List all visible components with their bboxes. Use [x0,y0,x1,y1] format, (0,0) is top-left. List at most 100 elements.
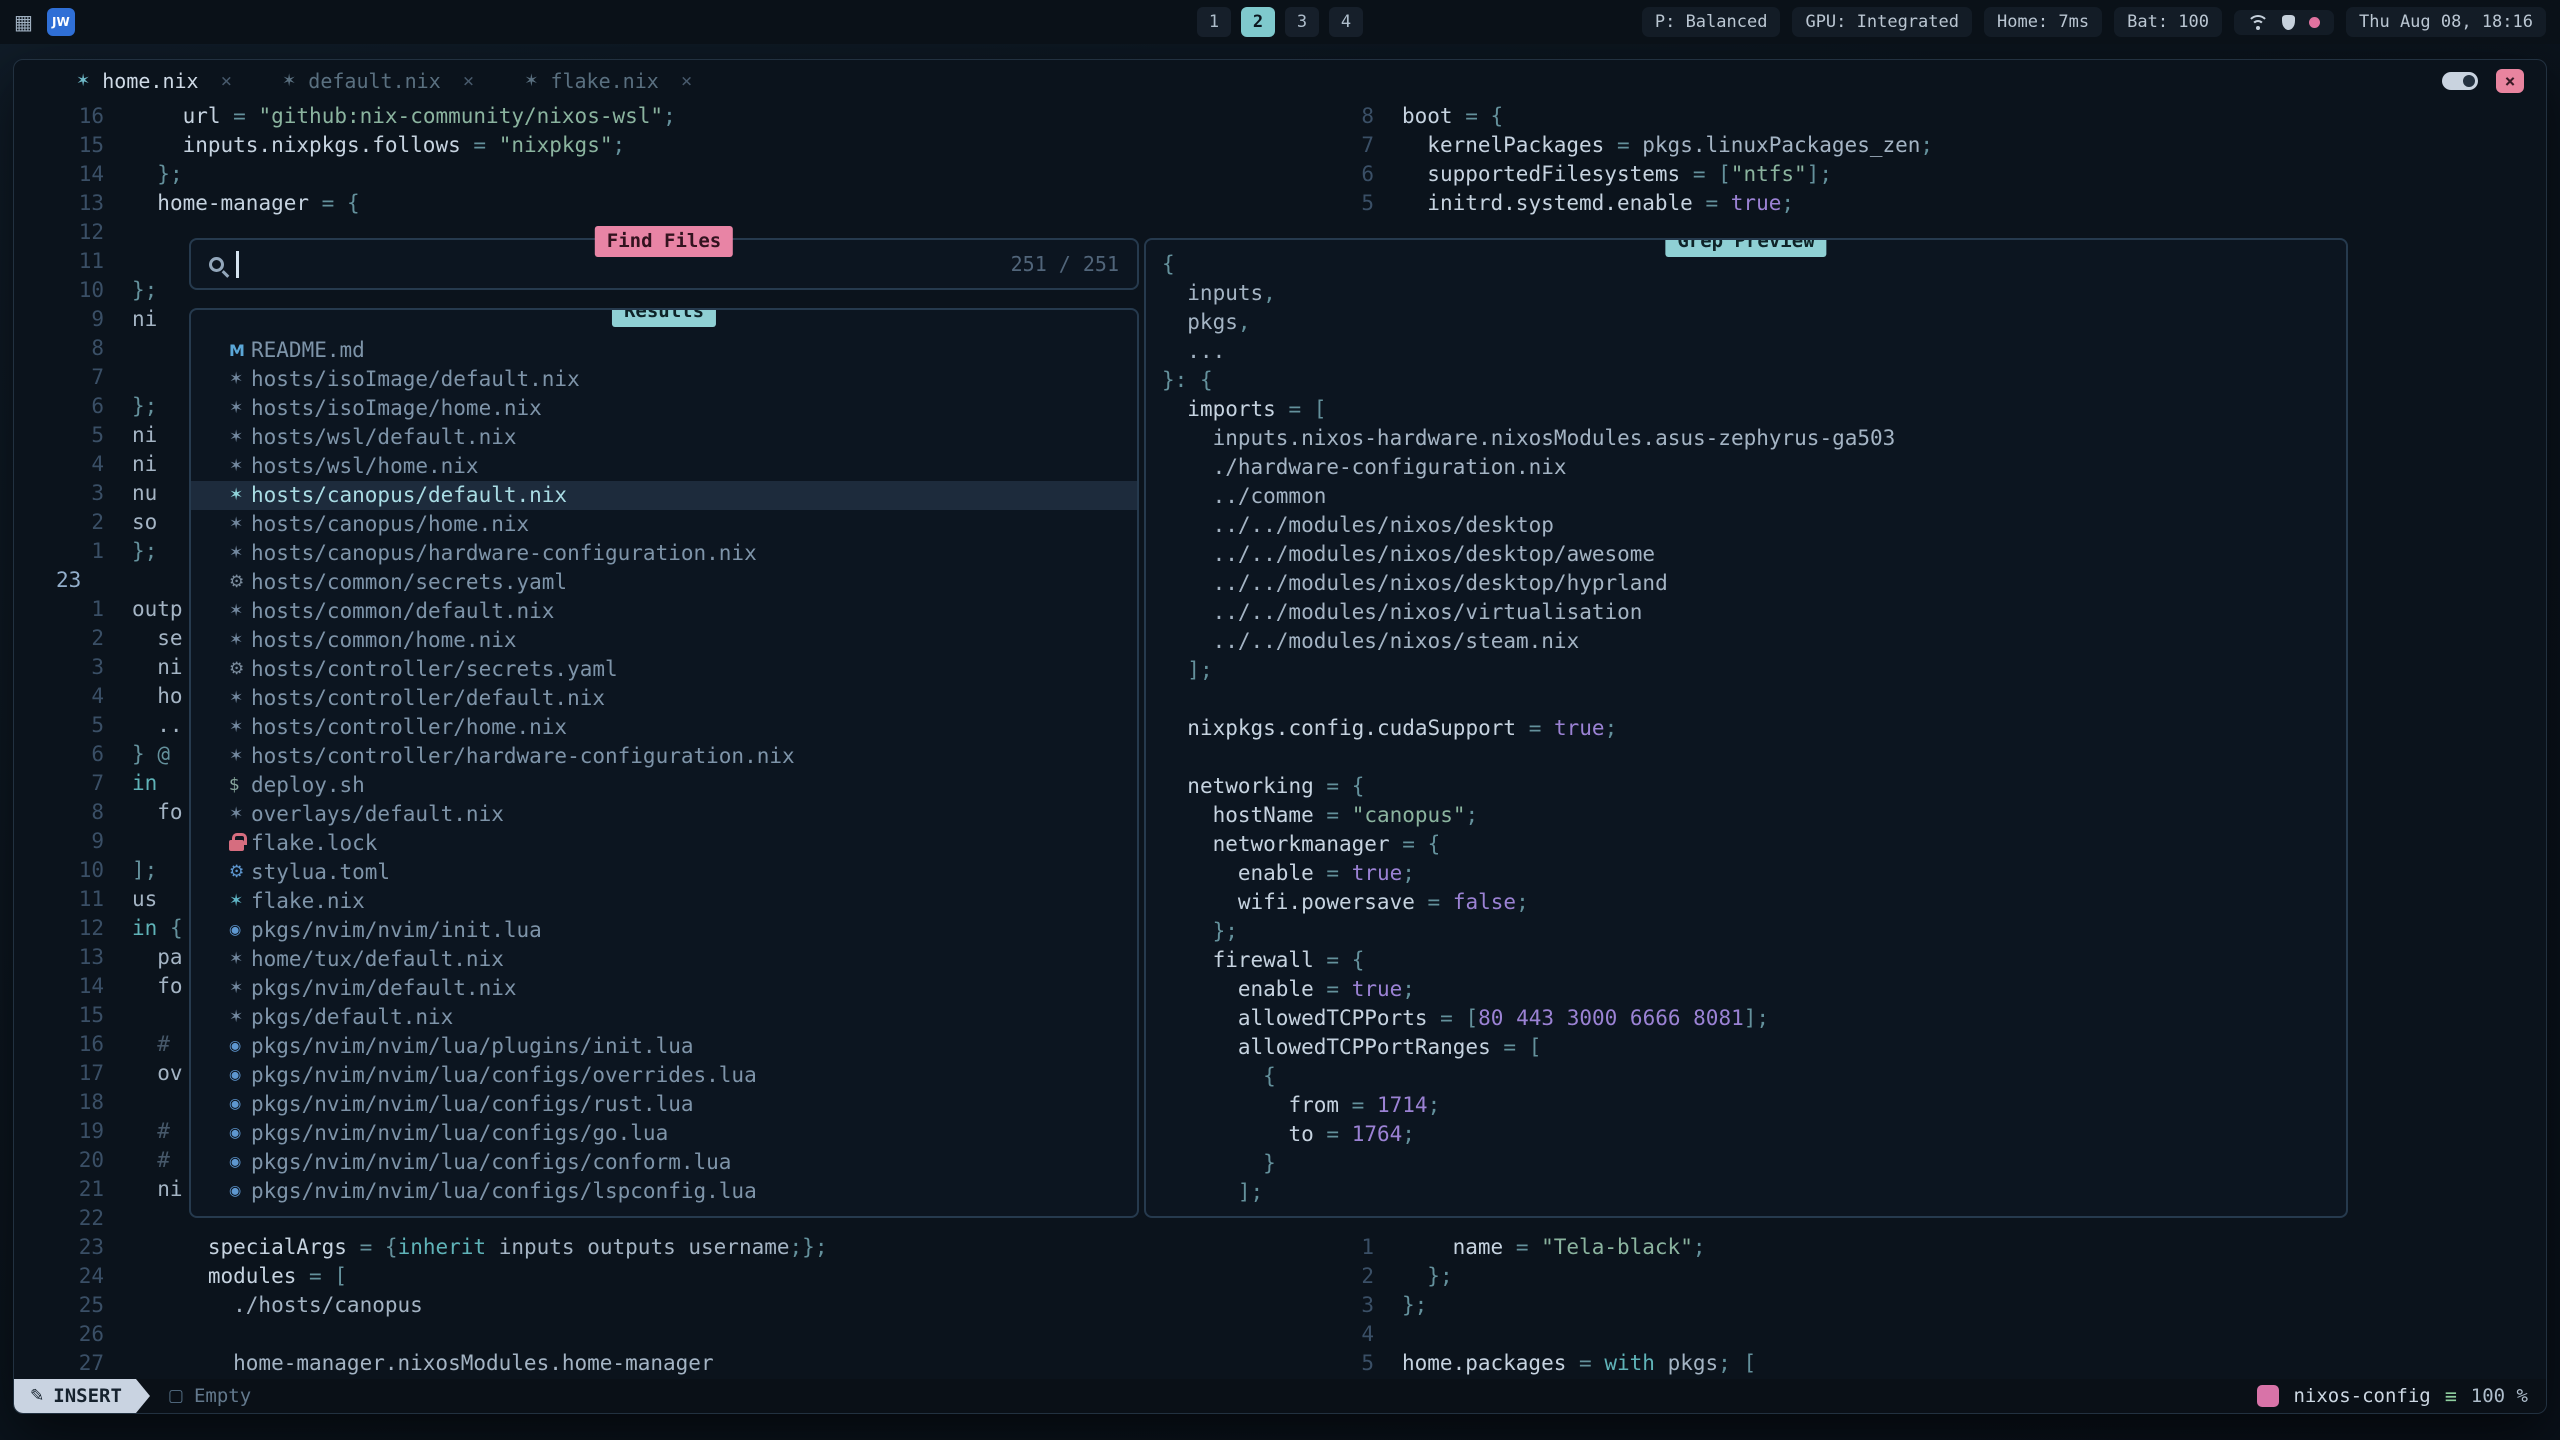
tab-label: default.nix [308,69,440,93]
line-number: 9 [14,827,104,856]
file-result-label: pkgs/nvim/nvim/lua/configs/conform.lua [251,1148,731,1177]
file-result-item[interactable]: flake.lock [191,829,1137,858]
file-result-item[interactable]: ✶hosts/controller/default.nix [191,684,1137,713]
tab-default.nix[interactable]: ✶default.nix× [282,69,474,93]
file-result-item[interactable]: ◉pkgs/nvim/nvim/lua/configs/rust.lua [191,1090,1137,1119]
line-number: 2 [1264,1262,1374,1291]
waybar: ▦ JW 1234 P: Balanced GPU: Integrated Home… [0,0,2560,44]
nix-icon: ✶ [229,481,251,510]
file-result-item[interactable]: ✶hosts/controller/hardware-configuration… [191,742,1137,771]
file-result-item[interactable]: ✶hosts/controller/home.nix [191,713,1137,742]
preview-line: networking = { [1162,772,2346,801]
preview-line: allowedTCPPortRanges = [ [1162,1033,2346,1062]
line-number: 16 [14,102,104,131]
grep-preview-panel: Grep Preview { inputs, pkgs, ...}: { imp… [1144,238,2348,1218]
file-result-item[interactable]: ✶hosts/wsl/default.nix [191,423,1137,452]
file-result-item[interactable]: ✶hosts/wsl/home.nix [191,452,1137,481]
tab-flake.nix[interactable]: ✶flake.nix× [524,69,692,93]
line-number: 10 [14,856,104,885]
code-line: 23 specialArgs = {inherit inputs outputs… [14,1233,827,1262]
clock[interactable]: Thu Aug 08, 18:16 [2346,7,2546,37]
module-bat-100[interactable]: Bat: 100 [2114,7,2222,37]
file-result-item[interactable]: ✶home/tux/default.nix [191,945,1137,974]
preview-line: }: { [1162,366,2346,395]
preview-line: inputs.nixos-hardware.nixosModules.asus-… [1162,424,2346,453]
close-icon[interactable]: × [2496,69,2524,93]
preview-line: ../common [1162,482,2346,511]
workspace-3[interactable]: 3 [1285,7,1319,37]
file-result-item[interactable]: ◉pkgs/nvim/nvim/lua/configs/lspconfig.lu… [191,1177,1137,1206]
code-line: 25 ./hosts/canopus [14,1291,827,1320]
workspace-4[interactable]: 4 [1329,7,1363,37]
file-result-item[interactable]: ✶hosts/isoImage/default.nix [191,365,1137,394]
lua-icon: ◉ [229,916,251,945]
nix-icon: ✶ [229,713,251,742]
code-text: }; [132,537,157,566]
nix-icon: ✶ [229,539,251,568]
line-number: 13 [14,943,104,972]
file-result-item[interactable]: ◉pkgs/nvim/nvim/lua/configs/conform.lua [191,1148,1137,1177]
code-text: url = "github:nix-community/nixos-wsl"; [132,102,676,131]
file-result-item[interactable]: ✶hosts/isoImage/home.nix [191,394,1137,423]
search-icon [209,257,224,272]
module-p-balanced[interactable]: P: Balanced [1642,7,1781,37]
tray-icons[interactable] [2234,10,2334,35]
code-line: 24 modules = [ [14,1262,827,1291]
file-result-item[interactable]: ⚙stylua.toml [191,858,1137,887]
result-counter: 251 / 251 [1011,250,1119,279]
code-line: 16 url = "github:nix-community/nixos-wsl… [14,102,827,131]
module-home-7ms[interactable]: Home: 7ms [1984,7,2102,37]
app-icon[interactable]: JW [47,8,75,36]
line-number: 5 [1264,189,1374,218]
file-result-item[interactable]: ✶flake.nix [191,887,1137,916]
file-result-item[interactable]: $deploy.sh [191,771,1137,800]
tab-home.nix[interactable]: ✶home.nix× [76,69,232,93]
file-result-item[interactable]: ⚙hosts/common/secrets.yaml [191,568,1137,597]
workspace-2[interactable]: 2 [1241,7,1275,37]
preview-line: { [1162,1062,2346,1091]
file-result-item[interactable]: ✶pkgs/nvim/default.nix [191,974,1137,1003]
preview-line: hostName = "canopus"; [1162,801,2346,830]
nix-icon: ✶ [229,597,251,626]
nix-icon: ✶ [229,626,251,655]
window-controls: × [2442,69,2524,93]
workspace-1[interactable]: 1 [1197,7,1231,37]
code-text: } @ [132,740,170,769]
file-result-item[interactable]: ◉pkgs/nvim/nvim/init.lua [191,916,1137,945]
file-result-item[interactable]: ◉pkgs/nvim/nvim/lua/plugins/init.lua [191,1032,1137,1061]
line-number: 1 [1264,1233,1374,1262]
file-result-item[interactable]: ✶hosts/canopus/hardware-configuration.ni… [191,539,1137,568]
code-line: 26 [14,1320,827,1349]
code-text: home-manager.nixosModules.home-manager [132,1349,714,1378]
lua-icon: ◉ [229,1148,251,1177]
code-line: 7 kernelPackages = pkgs.linuxPackages_ze… [1264,131,1933,160]
code-text: specialArgs = {inherit inputs outputs us… [132,1233,827,1262]
file-result-item[interactable]: ◉pkgs/nvim/nvim/lua/configs/overrides.lu… [191,1061,1137,1090]
module-gpu-integrated[interactable]: GPU: Integrated [1792,7,1972,37]
file-result-item[interactable]: ✶hosts/canopus/default.nix [191,481,1137,510]
file-result-item[interactable]: MREADME.md [191,336,1137,365]
code-text: so [132,508,157,537]
file-result-item[interactable]: ◉pkgs/nvim/nvim/lua/configs/go.lua [191,1119,1137,1148]
code-text: boot = { [1402,102,1503,131]
file-result-item[interactable]: ✶hosts/common/home.nix [191,626,1137,655]
file-result-item[interactable]: ✶hosts/canopus/home.nix [191,510,1137,539]
toggle-icon[interactable] [2442,72,2478,90]
buffer-name: ▢ Empty [168,1385,251,1407]
line-number: 13 [14,189,104,218]
tab-close-icon[interactable]: × [681,70,692,92]
file-result-item[interactable]: ⚙hosts/controller/secrets.yaml [191,655,1137,684]
file-result-label: hosts/isoImage/default.nix [251,365,580,394]
app-launcher-icon[interactable]: ▦ [14,10,33,34]
file-result-item[interactable]: ✶overlays/default.nix [191,800,1137,829]
tab-close-icon[interactable]: × [221,70,232,92]
tab-close-icon[interactable]: × [463,70,474,92]
code-text: }; [132,276,157,305]
line-number: 6 [14,392,104,421]
file-result-item[interactable]: ✶pkgs/default.nix [191,1003,1137,1032]
file-result-item[interactable]: ✶hosts/common/default.nix [191,597,1137,626]
find-files-prompt[interactable]: Find Files 251 / 251 [189,238,1139,290]
preview-line: to = 1764; [1162,1120,2346,1149]
code-text: }; [1402,1262,1453,1291]
preview-line: enable = true; [1162,859,2346,888]
